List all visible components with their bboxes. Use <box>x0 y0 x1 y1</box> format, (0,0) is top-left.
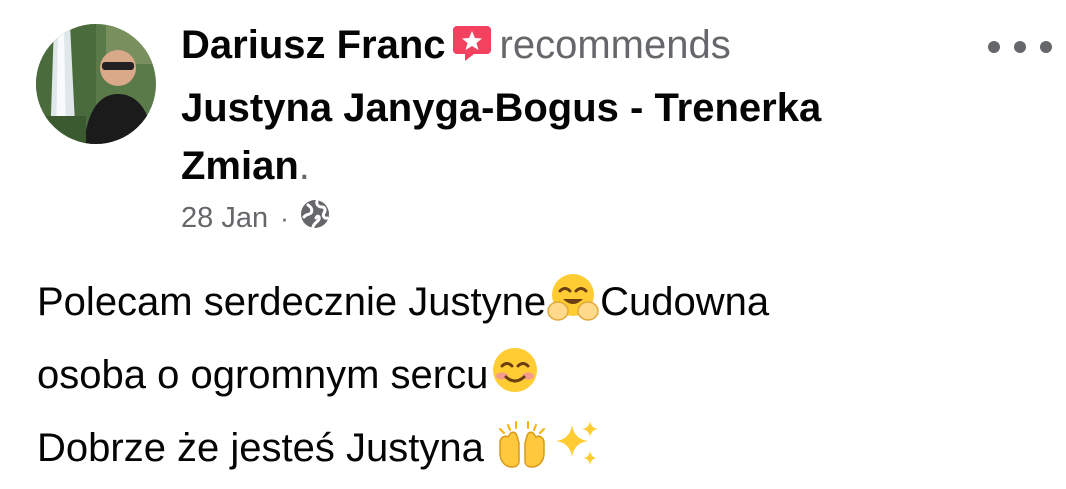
more-options-icon <box>1014 41 1026 53</box>
post-line-1: Polecam serdecznie Justyne Cudowna <box>37 270 1037 343</box>
post-header: Dariusz Franc recommends Justyna Janyga-… <box>181 16 941 195</box>
more-options-button[interactable] <box>988 34 1052 60</box>
raising-hands-emoji <box>496 417 548 489</box>
author-avatar[interactable] <box>36 24 156 144</box>
sparkles-emoji <box>550 417 602 489</box>
hugging-face-emoji <box>547 271 599 343</box>
post-text: Dobrze że jesteś Justyna <box>37 426 495 470</box>
avatar-photo <box>36 24 156 144</box>
recommendation-star-icon <box>452 21 492 79</box>
globe-icon[interactable] <box>299 198 331 238</box>
smiling-face-emoji <box>489 344 541 416</box>
post-line-2: osoba o ogromnym sercu <box>37 343 1037 416</box>
header-period: . <box>298 144 310 188</box>
meta-separator: · <box>280 202 289 233</box>
action-text: recommends <box>499 23 731 67</box>
post-text: Polecam serdecznie Justyne <box>37 280 547 324</box>
more-options-icon <box>1040 41 1052 53</box>
post-line-3: Dobrze że jesteś Justyna <box>37 416 1037 489</box>
post-text: osoba o ogromnym sercu <box>37 353 489 397</box>
post-meta: 28 Jan · <box>181 196 331 240</box>
author-name-link[interactable]: Dariusz Franc <box>181 23 446 67</box>
post-timestamp[interactable]: 28 Jan <box>181 202 268 235</box>
post-text: Cudowna <box>600 280 770 324</box>
page-name-link[interactable]: Justyna Janyga-Bogus - Trenerka Zmian <box>181 86 821 188</box>
more-options-icon <box>988 41 1000 53</box>
post-body: Polecam serdecznie Justyne Cudowna osoba… <box>37 270 1037 489</box>
